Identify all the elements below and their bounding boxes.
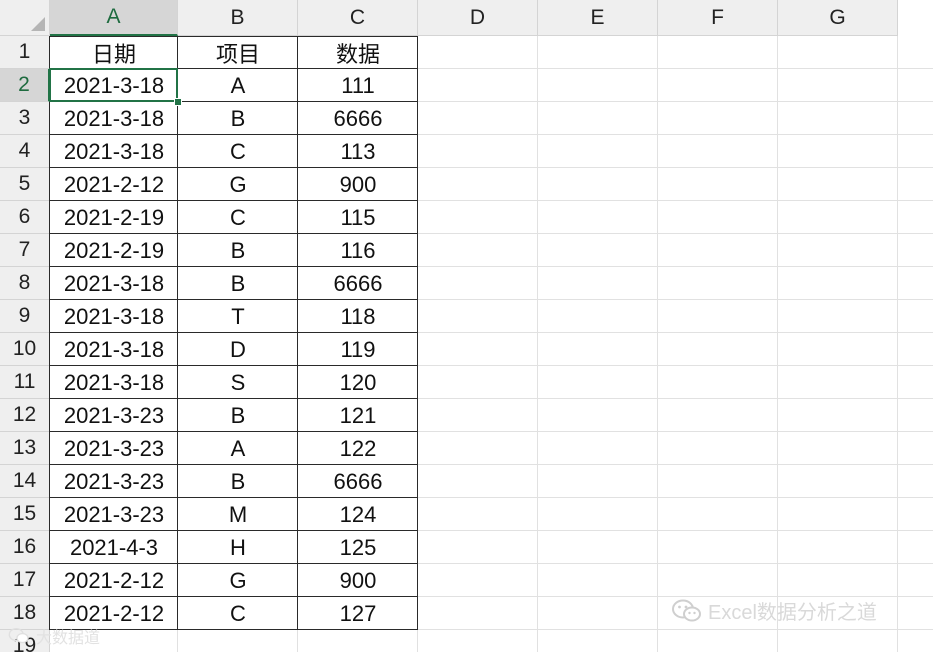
table-cell[interactable]: 124 xyxy=(298,498,418,531)
table-cell[interactable]: G xyxy=(178,564,298,597)
table-cell[interactable]: M xyxy=(178,498,298,531)
table-cell[interactable]: 2021-3-18 xyxy=(50,69,178,102)
watermark-right: Excel数据分析之道 xyxy=(672,596,877,625)
row-header-17[interactable]: 17 xyxy=(0,564,50,597)
header-cell[interactable]: 项目 xyxy=(178,36,298,69)
table-cell[interactable]: 6666 xyxy=(298,267,418,300)
table-cell[interactable]: 2021-3-23 xyxy=(50,399,178,432)
table-cell[interactable]: 2021-2-19 xyxy=(50,201,178,234)
column-header-c[interactable]: C xyxy=(298,0,418,36)
wechat-icon xyxy=(672,599,701,621)
table-cell[interactable]: 116 xyxy=(298,234,418,267)
table-cell[interactable]: D xyxy=(178,333,298,366)
table-cell[interactable]: 2021-3-18 xyxy=(50,300,178,333)
column-header-a[interactable]: A xyxy=(50,0,178,36)
row-header-1[interactable]: 1 xyxy=(0,36,50,69)
wechat-small-icon xyxy=(8,628,29,644)
table-cell[interactable]: 127 xyxy=(298,597,418,630)
row-header-11[interactable]: 11 xyxy=(0,366,50,399)
select-all-corner[interactable] xyxy=(0,0,50,36)
table-cell[interactable]: H xyxy=(178,531,298,564)
spreadsheet-grid[interactable]: ABCDEFG 12345678910111213141516171819 日期… xyxy=(0,0,933,652)
row-header-3[interactable]: 3 xyxy=(0,102,50,135)
table-cell[interactable]: 900 xyxy=(298,168,418,201)
table-cell[interactable]: 2021-3-18 xyxy=(50,366,178,399)
table-cell[interactable]: C xyxy=(178,135,298,168)
table-cell[interactable]: 2021-2-12 xyxy=(50,168,178,201)
table-cell[interactable]: 2021-3-18 xyxy=(50,333,178,366)
table-cell[interactable]: B xyxy=(178,465,298,498)
table-cell[interactable]: B xyxy=(178,267,298,300)
table-cell[interactable]: 2021-3-23 xyxy=(50,465,178,498)
row-header-2[interactable]: 2 xyxy=(0,69,50,102)
row-header-13[interactable]: 13 xyxy=(0,432,50,465)
table-cell[interactable]: C xyxy=(178,201,298,234)
header-cell[interactable]: 日期 xyxy=(50,36,178,69)
row-header-12[interactable]: 12 xyxy=(0,399,50,432)
select-all-triangle-icon xyxy=(31,17,45,31)
column-header-d[interactable]: D xyxy=(418,0,538,36)
row-header-16[interactable]: 16 xyxy=(0,531,50,564)
column-header-b[interactable]: B xyxy=(178,0,298,36)
row-header-9[interactable]: 9 xyxy=(0,300,50,333)
column-header-g[interactable]: G xyxy=(778,0,898,36)
table-cell[interactable]: 115 xyxy=(298,201,418,234)
table-cell[interactable]: 2021-3-23 xyxy=(50,498,178,531)
table-cell[interactable]: 120 xyxy=(298,366,418,399)
table-cell[interactable]: 2021-3-23 xyxy=(50,432,178,465)
column-header-f[interactable]: F xyxy=(658,0,778,36)
table-cell[interactable]: G xyxy=(178,168,298,201)
table-cell[interactable]: A xyxy=(178,69,298,102)
table-cell[interactable]: S xyxy=(178,366,298,399)
table-cell[interactable]: B xyxy=(178,102,298,135)
row-header-8[interactable]: 8 xyxy=(0,267,50,300)
row-header-5[interactable]: 5 xyxy=(0,168,50,201)
table-cell[interactable]: T xyxy=(178,300,298,333)
table-cell[interactable]: 6666 xyxy=(298,102,418,135)
table-cell[interactable]: 6666 xyxy=(298,465,418,498)
table-cell[interactable]: 2021-2-12 xyxy=(50,564,178,597)
table-cell[interactable]: 119 xyxy=(298,333,418,366)
table-cell[interactable]: 2021-2-19 xyxy=(50,234,178,267)
table-cell[interactable]: 121 xyxy=(298,399,418,432)
table-cell[interactable]: 111 xyxy=(298,69,418,102)
row-header-14[interactable]: 14 xyxy=(0,465,50,498)
watermark-right-text: Excel数据分析之道 xyxy=(708,602,877,624)
table-cell[interactable]: B xyxy=(178,234,298,267)
table-cell[interactable]: 2021-3-18 xyxy=(50,135,178,168)
watermark-left-text: 大数据道 xyxy=(36,630,101,647)
table-cell[interactable]: 122 xyxy=(298,432,418,465)
table-cell[interactable]: B xyxy=(178,399,298,432)
row-header-4[interactable]: 4 xyxy=(0,135,50,168)
table-cell[interactable]: 2021-3-18 xyxy=(50,267,178,300)
table-cell[interactable]: C xyxy=(178,597,298,630)
table-cell[interactable]: 125 xyxy=(298,531,418,564)
row-header-6[interactable]: 6 xyxy=(0,201,50,234)
table-cell[interactable]: 113 xyxy=(298,135,418,168)
watermark-left: 大数据道 xyxy=(8,624,100,648)
table-cell[interactable]: A xyxy=(178,432,298,465)
row-header-7[interactable]: 7 xyxy=(0,234,50,267)
table-cell[interactable]: 2021-4-3 xyxy=(50,531,178,564)
table-cell[interactable]: 118 xyxy=(298,300,418,333)
row-header-15[interactable]: 15 xyxy=(0,498,50,531)
table-cell[interactable]: 2021-3-18 xyxy=(50,102,178,135)
column-header-e[interactable]: E xyxy=(538,0,658,36)
table-cell[interactable]: 900 xyxy=(298,564,418,597)
header-cell[interactable]: 数据 xyxy=(298,36,418,69)
row-header-10[interactable]: 10 xyxy=(0,333,50,366)
fill-handle[interactable] xyxy=(174,98,182,106)
